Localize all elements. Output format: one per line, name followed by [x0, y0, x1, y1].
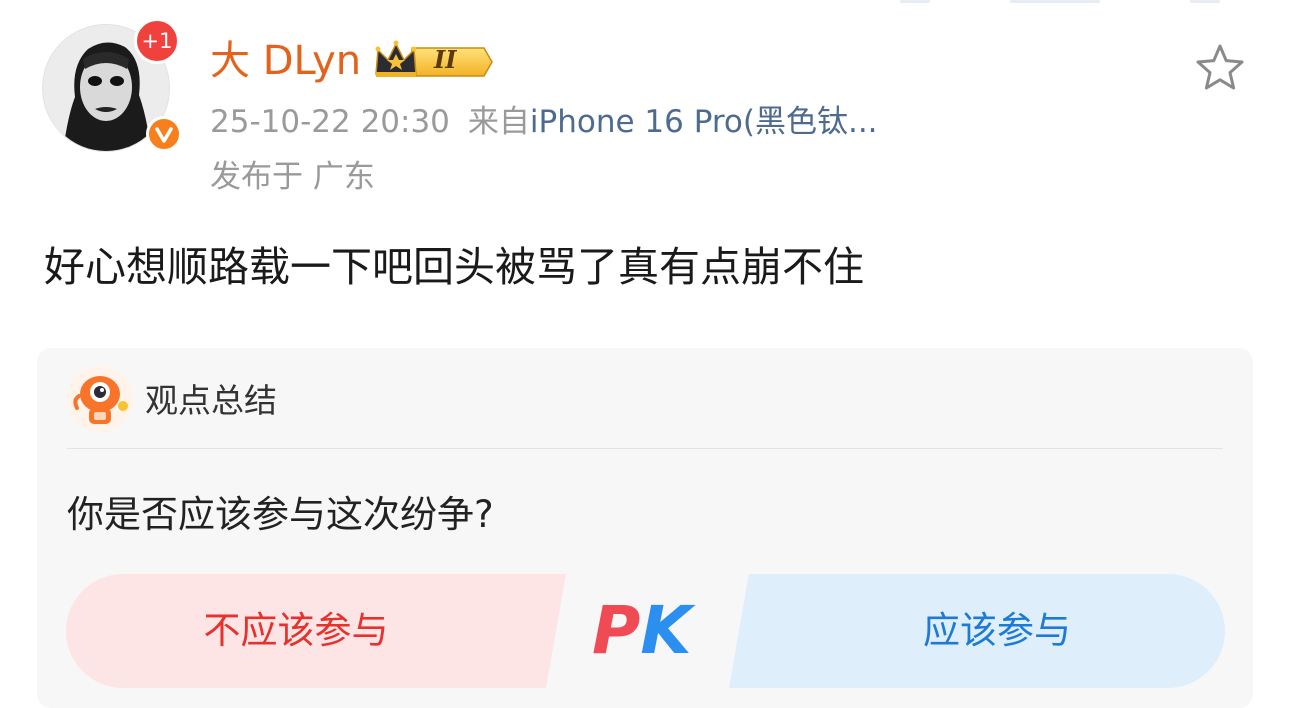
- vip-crown-badge[interactable]: II: [372, 38, 494, 82]
- source-prefix: 来自: [467, 104, 530, 140]
- pk-letter-k: K: [640, 592, 692, 669]
- post-location: 发布于 广东: [210, 159, 375, 195]
- card-divider: [67, 448, 1223, 449]
- vote-no-button[interactable]: 不应该参与: [66, 574, 566, 688]
- vote-yes-label: 应该参与: [923, 609, 1071, 652]
- pk-logo: PK: [592, 586, 702, 676]
- vote-no-label: 不应该参与: [203, 609, 389, 652]
- poll-question: 你是否应该参与这次纷争?: [67, 493, 494, 536]
- verified-icon: [146, 116, 182, 152]
- notification-badge: +1: [134, 18, 180, 64]
- vip-level-label: II: [434, 45, 457, 74]
- favorite-star-icon[interactable]: [1194, 42, 1246, 94]
- vote-yes-button[interactable]: 应该参与: [729, 574, 1225, 688]
- post-time: 25-10-22 20:30: [210, 104, 450, 140]
- author-avatar-container[interactable]: +1: [42, 18, 182, 154]
- top-edge-marks: [900, 0, 1220, 4]
- post-text: 好心想顺路载一下吧回头被骂了真有点崩不住: [44, 243, 864, 291]
- device-link[interactable]: iPhone 16 Pro(黑色钛...: [530, 104, 878, 140]
- pk-letter-p: P: [592, 592, 641, 669]
- robot-mascot-icon: [67, 366, 133, 432]
- card-title: 观点总结: [145, 381, 277, 420]
- author-name[interactable]: 大 DLyn: [210, 36, 361, 86]
- post-meta: 25-10-22 20:30 来自iPhone 16 Pro(黑色钛...: [210, 100, 878, 144]
- viewpoint-summary-card: 观点总结 你是否应该参与这次纷争? 不应该参与 PK 应该参与: [37, 348, 1253, 708]
